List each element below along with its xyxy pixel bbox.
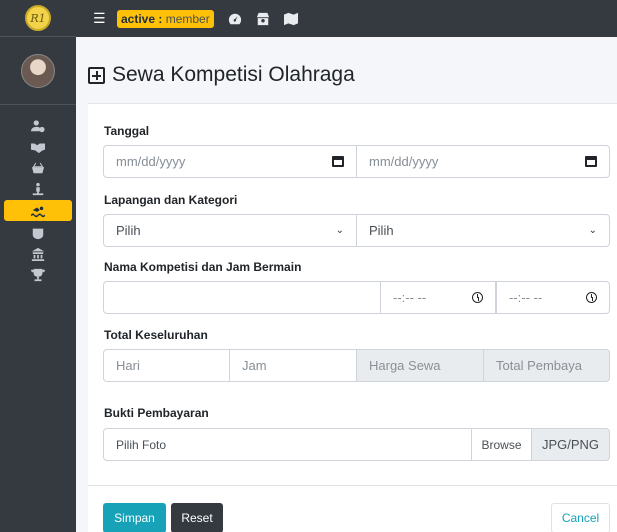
form-card: Tanggal mm/dd/yyyy mm/dd/yyyy Lapangan d… <box>88 103 617 532</box>
file-upload-input[interactable]: Pilih Foto <box>103 428 472 461</box>
basket-icon <box>31 162 45 173</box>
sidebar-item-martial[interactable] <box>0 222 76 243</box>
sidebar: R1 <box>0 0 76 532</box>
reset-button[interactable]: Reset <box>171 503 223 532</box>
cancel-button[interactable]: Cancel <box>551 503 610 532</box>
plus-square-icon <box>88 66 105 84</box>
date-end-placeholder: mm/dd/yyyy <box>369 154 439 169</box>
calendar-icon[interactable] <box>332 156 344 167</box>
kategori-select-value: Pilih <box>369 223 394 238</box>
topbar-dashboard-link[interactable] <box>228 12 242 26</box>
person-icon <box>32 182 44 195</box>
bukti-label: Bukti Pembayaran <box>104 406 209 420</box>
handshake-icon <box>31 143 45 153</box>
dashboard-icon <box>228 13 241 24</box>
clock-icon[interactable] <box>586 292 597 303</box>
hari-placeholder: Hari <box>116 358 140 373</box>
total-label: Total Keseluruhan <box>104 328 208 342</box>
time-end-input[interactable]: --:-- -- <box>496 281 610 314</box>
date-start-placeholder: mm/dd/yyyy <box>116 154 186 169</box>
sidebar-item-shop[interactable] <box>0 157 76 178</box>
page-title-text: Sewa Kompetisi Olahraga <box>112 63 355 86</box>
save-button[interactable]: Simpan <box>103 503 166 532</box>
calendar-icon[interactable] <box>585 156 597 167</box>
kompetisi-name-input[interactable] <box>103 281 381 314</box>
card-footer: Simpan Reset Cancel <box>88 485 617 532</box>
badge-role: member <box>165 11 210 26</box>
sidebar-nav <box>0 115 76 285</box>
brand[interactable]: R1 <box>0 0 76 37</box>
tanggal-label: Tanggal <box>104 124 150 138</box>
sidebar-item-user-settings[interactable] <box>0 115 76 136</box>
chevron-down-icon: ⌄ <box>588 225 597 236</box>
harga-sewa-field: Harga Sewa <box>356 349 484 382</box>
status-badge: active : member <box>117 9 214 28</box>
sidebar-item-venue[interactable] <box>0 243 76 264</box>
hamburger-menu-icon[interactable]: ☰ <box>93 10 109 27</box>
sidebar-item-competition[interactable] <box>4 200 72 221</box>
avatar[interactable] <box>21 53 55 88</box>
time-start-input[interactable]: --:-- -- <box>380 281 496 314</box>
user-panel <box>0 37 76 105</box>
badge-prefix: active : <box>121 11 166 26</box>
jam-input[interactable]: Jam <box>229 349 357 382</box>
trophy-icon <box>31 268 45 281</box>
kompetisi-label: Nama Kompetisi dan Jam Bermain <box>104 260 302 274</box>
swimmer-icon <box>31 206 45 217</box>
jam-placeholder: Jam <box>242 358 267 373</box>
lapangan-select[interactable]: Pilih ⌄ <box>103 214 357 247</box>
sidebar-item-tournament[interactable] <box>0 264 76 285</box>
topbar-store-link[interactable] <box>256 12 270 26</box>
chevron-down-icon: ⌄ <box>335 225 344 236</box>
total-pembayaran-placeholder: Total Pembaya <box>496 358 582 373</box>
page-title: Sewa Kompetisi Olahraga <box>88 60 355 90</box>
date-end-input[interactable]: mm/dd/yyyy <box>356 145 610 178</box>
lapangan-label: Lapangan dan Kategori <box>104 193 238 207</box>
clock-icon[interactable] <box>472 292 483 303</box>
top-navbar: ☰ active : member <box>76 0 617 37</box>
fist-icon <box>32 228 44 239</box>
total-pembayaran-field: Total Pembaya <box>483 349 610 382</box>
user-cog-icon <box>31 119 45 132</box>
map-icon <box>283 12 298 25</box>
file-upload-placeholder: Pilih Foto <box>116 437 167 452</box>
date-start-input[interactable]: mm/dd/yyyy <box>103 145 357 178</box>
building-icon <box>31 247 45 261</box>
sidebar-item-athlete[interactable] <box>0 178 76 199</box>
store-icon <box>256 12 269 25</box>
time-start-placeholder: --:-- -- <box>393 290 427 305</box>
kategori-select[interactable]: Pilih ⌄ <box>356 214 610 247</box>
browse-button[interactable]: Browse <box>471 428 532 461</box>
lapangan-select-value: Pilih <box>116 223 141 238</box>
time-end-placeholder: --:-- -- <box>509 290 543 305</box>
harga-sewa-placeholder: Harga Sewa <box>369 358 441 373</box>
brand-logo[interactable]: R1 <box>25 5 51 31</box>
topbar-map-link[interactable] <box>283 12 298 26</box>
sidebar-item-partnership[interactable] <box>0 136 76 157</box>
hari-input[interactable]: Hari <box>103 349 230 382</box>
file-type-addon: JPG/PNG <box>531 428 610 461</box>
